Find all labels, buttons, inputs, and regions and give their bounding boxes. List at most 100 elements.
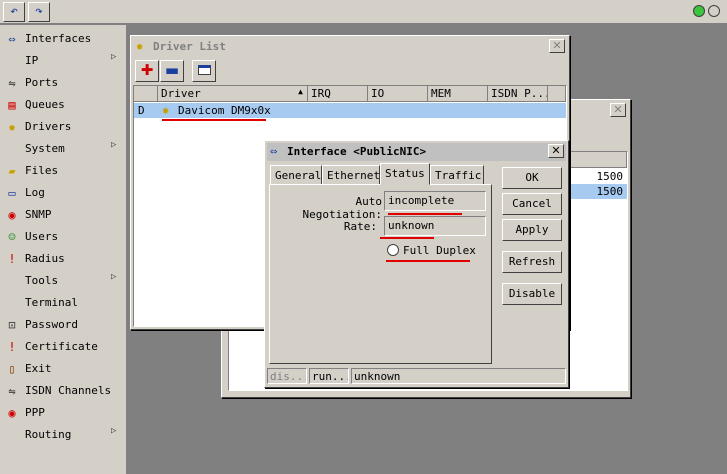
sidebar-item-ppp[interactable]: ◉ PPP <box>0 402 126 424</box>
sidebar-item-label: Files <box>25 164 59 177</box>
sidebar-item-snmp[interactable]: ◉ SNMP <box>0 204 126 226</box>
driver-gear-icon: ✹ <box>162 103 170 117</box>
rate-field: unknown <box>384 216 486 236</box>
cancel-button[interactable]: Cancel <box>502 193 562 215</box>
comment-icon <box>197 65 211 75</box>
sidebar-item-password[interactable]: ⊡ Password <box>0 314 126 336</box>
mtu-value: 1500 <box>596 170 624 183</box>
driver-list-titlebar: ✹ Driver List ✕ <box>133 38 567 56</box>
column-header-irq[interactable]: IRQ <box>308 86 368 102</box>
close-icon[interactable]: ✕ <box>548 144 564 158</box>
full-duplex-radio <box>387 244 399 256</box>
sidebar-item-tools[interactable]: Tools ▷ <box>0 270 126 292</box>
sidebar-item-label: PPP <box>25 406 45 419</box>
column-header-mem[interactable]: MEM <box>428 86 488 102</box>
sidebar-item-label: Ports <box>25 76 59 89</box>
auto-negotiation-field: incomplete <box>384 191 486 211</box>
minus-icon: ▬ <box>164 61 180 79</box>
redo-icon: ↷ <box>35 4 43 19</box>
comment-button[interactable] <box>192 60 216 82</box>
status-tab-panel: Auto Negotiation: incomplete Rate: unkno… <box>269 184 492 364</box>
sidebar-item-files[interactable]: ▰ Files <box>0 160 126 182</box>
close-icon[interactable]: ✕ <box>549 39 565 53</box>
password-icon: ⊡ <box>8 318 16 332</box>
sidebar-item-isdn-channels[interactable]: ⇋ ISDN Channels <box>0 380 126 402</box>
driver-flag: D <box>138 104 145 117</box>
sidebar-item-ports[interactable]: ⇋ Ports <box>0 72 126 94</box>
tab-traffic[interactable]: Traffic <box>430 165 484 185</box>
undo-button[interactable]: ↶ <box>3 2 25 22</box>
sidebar-item-label: Password <box>25 318 78 331</box>
submenu-arrow-icon: ▷ <box>111 426 117 436</box>
annotation-underline <box>162 119 266 121</box>
close-icon[interactable]: ✕ <box>610 103 626 117</box>
sidebar-item-label: Tools <box>25 274 59 287</box>
disable-button[interactable]: Disable <box>502 283 562 305</box>
sidebar-item-label: Users <box>25 230 59 243</box>
log-icon: ▭ <box>8 186 16 200</box>
gear-icon: ✹ <box>136 39 144 53</box>
sidebar-item-exit[interactable]: ▯ Exit <box>0 358 126 380</box>
refresh-button[interactable]: Refresh <box>502 251 562 273</box>
undo-icon: ↶ <box>10 4 18 19</box>
sidebar-item-label: Radius <box>25 252 65 265</box>
submenu-arrow-icon: ▷ <box>111 140 117 150</box>
connected-status-icon <box>693 5 705 17</box>
sidebar-item-radius[interactable]: ! Radius <box>0 248 126 270</box>
sidebar-item-terminal[interactable]: Terminal <box>0 292 126 314</box>
main-toolbar: ↶ ↷ <box>0 0 727 24</box>
driver-name: Davicom DM9x0x <box>178 104 271 117</box>
annotation-underline <box>386 260 470 262</box>
annotation-underline <box>380 237 434 239</box>
sidebar-item-routing[interactable]: Routing ▷ <box>0 424 126 446</box>
apply-button[interactable]: Apply <box>502 219 562 241</box>
exit-icon: ▯ <box>8 362 16 376</box>
sidebar-menu: ⇔ Interfaces IP ▷ ⇋ Ports ▤ Queues ✹ Drivers Syste… <box>0 25 127 474</box>
radius-icon: ! <box>8 252 16 266</box>
status-bar: dis... run... unknown <box>267 368 566 386</box>
sidebar-item-label: ISDN Channels <box>25 384 112 397</box>
mtu-value: 1500 <box>596 185 624 198</box>
users-icon: ☺ <box>8 230 16 244</box>
redo-button[interactable]: ↷ <box>28 2 50 22</box>
remove-button[interactable]: ▬ <box>160 60 184 82</box>
column-header-filler <box>548 86 566 102</box>
sidebar-item-interfaces[interactable]: ⇔ Interfaces <box>0 28 126 50</box>
full-duplex-label: Full Duplex <box>403 244 476 257</box>
sidebar-item-ip[interactable]: IP ▷ <box>0 50 126 72</box>
ports-icon: ⇋ <box>8 76 16 90</box>
sidebar-item-label: System <box>25 142 65 155</box>
sidebar-item-users[interactable]: ☺ Users <box>0 226 126 248</box>
sidebar-item-label: IP <box>25 54 39 67</box>
sidebar-item-label: SNMP <box>25 208 52 221</box>
sidebar-item-label: Routing <box>25 428 72 441</box>
tab-general[interactable]: General <box>270 165 322 185</box>
status-disabled: dis... <box>267 368 307 384</box>
flag-column-header <box>134 86 158 102</box>
interface-icon: ⇔ <box>270 144 278 158</box>
column-header-io[interactable]: IO <box>368 86 428 102</box>
sidebar-item-label: Log <box>25 186 45 199</box>
column-header-driver[interactable]: Driver ▲ <box>158 86 308 102</box>
sidebar-item-system[interactable]: System ▷ <box>0 138 126 160</box>
ppp-icon: ◉ <box>8 406 16 420</box>
column-header-isdn[interactable]: ISDN P... <box>488 86 548 102</box>
table-row[interactable]: D ✹ Davicom DM9x0x <box>134 103 566 118</box>
secure-status-icon <box>708 5 720 17</box>
submenu-arrow-icon: ▷ <box>111 272 117 282</box>
snmp-icon: ◉ <box>8 208 16 222</box>
sidebar-item-drivers[interactable]: ✹ Drivers <box>0 116 126 138</box>
sidebar-item-log[interactable]: ▭ Log <box>0 182 126 204</box>
add-button[interactable]: ✚ <box>135 60 159 82</box>
certificate-icon: ! <box>8 340 16 354</box>
tab-status[interactable]: Status <box>380 163 430 185</box>
submenu-arrow-icon: ▷ <box>111 52 117 62</box>
interfaces-icon: ⇔ <box>8 32 16 46</box>
sidebar-item-certificate[interactable]: ! Certificate <box>0 336 126 358</box>
sidebar-item-label: Queues <box>25 98 65 111</box>
auto-negotiation-label: Auto Negotiation: <box>302 195 382 221</box>
ok-button[interactable]: OK <box>502 167 562 189</box>
sidebar-item-queues[interactable]: ▤ Queues <box>0 94 126 116</box>
window-title: Interface <PublicNIC> <box>287 145 427 158</box>
tab-ethernet[interactable]: Ethernet <box>322 165 380 185</box>
